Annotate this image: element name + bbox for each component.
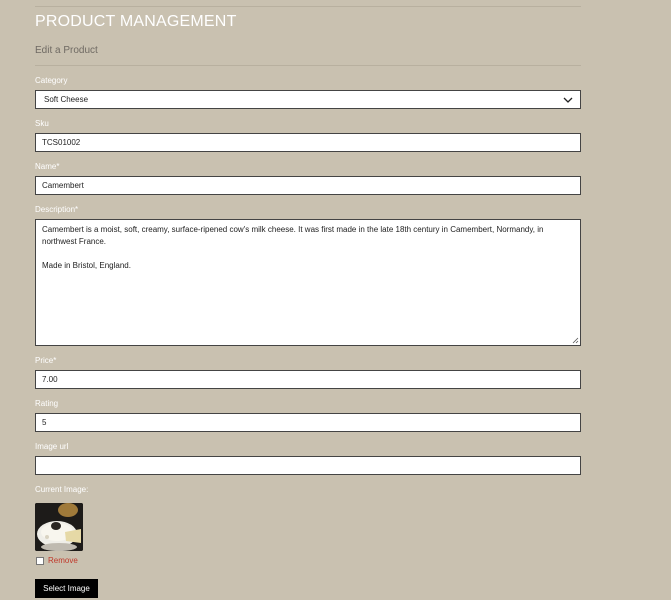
product-management-page: PRODUCT MANAGEMENT Edit a Product Catego… bbox=[0, 0, 671, 600]
description-textarea[interactable]: Camembert is a moist, soft, creamy, surf… bbox=[35, 219, 581, 346]
image-url-label: Image url bbox=[35, 442, 69, 451]
sku-label: Sku bbox=[35, 119, 49, 128]
price-label: Price* bbox=[35, 356, 57, 365]
description-paragraph: Made in Bristol, England. bbox=[42, 261, 131, 270]
image-url-input[interactable] bbox=[35, 456, 581, 475]
price-value: 7.00 bbox=[42, 375, 58, 384]
name-value: Camembert bbox=[42, 181, 84, 190]
name-input[interactable]: Camembert bbox=[35, 176, 581, 195]
rating-label: Rating bbox=[35, 399, 59, 408]
remove-image-control[interactable]: Remove bbox=[36, 556, 78, 565]
sku-input[interactable]: TCS01002 bbox=[35, 133, 581, 152]
current-image-label: Current Image: bbox=[35, 485, 89, 494]
camembert-thumbnail-image bbox=[35, 503, 83, 551]
name-label: Name* bbox=[35, 162, 60, 171]
remove-checkbox[interactable] bbox=[36, 556, 44, 565]
category-select[interactable]: Soft Cheese bbox=[35, 90, 581, 109]
category-label: Category bbox=[35, 76, 68, 85]
category-selected-value: Soft Cheese bbox=[44, 95, 89, 104]
subtitle-divider bbox=[35, 65, 581, 66]
rating-input[interactable]: 5 bbox=[35, 413, 581, 432]
top-divider bbox=[35, 6, 581, 7]
price-input[interactable]: 7.00 bbox=[35, 370, 581, 389]
page-title: PRODUCT MANAGEMENT bbox=[35, 13, 237, 30]
select-image-button[interactable]: Select Image bbox=[35, 579, 98, 598]
rating-value: 5 bbox=[42, 418, 47, 427]
description-label: Description* bbox=[35, 205, 79, 214]
resize-grip-icon[interactable] bbox=[572, 337, 579, 344]
sku-value: TCS01002 bbox=[42, 138, 81, 147]
remove-label[interactable]: Remove bbox=[48, 556, 78, 565]
description-paragraph: Camembert is a moist, soft, creamy, surf… bbox=[42, 225, 544, 246]
page-subtitle: Edit a Product bbox=[35, 45, 98, 56]
chevron-down-icon bbox=[563, 97, 573, 103]
